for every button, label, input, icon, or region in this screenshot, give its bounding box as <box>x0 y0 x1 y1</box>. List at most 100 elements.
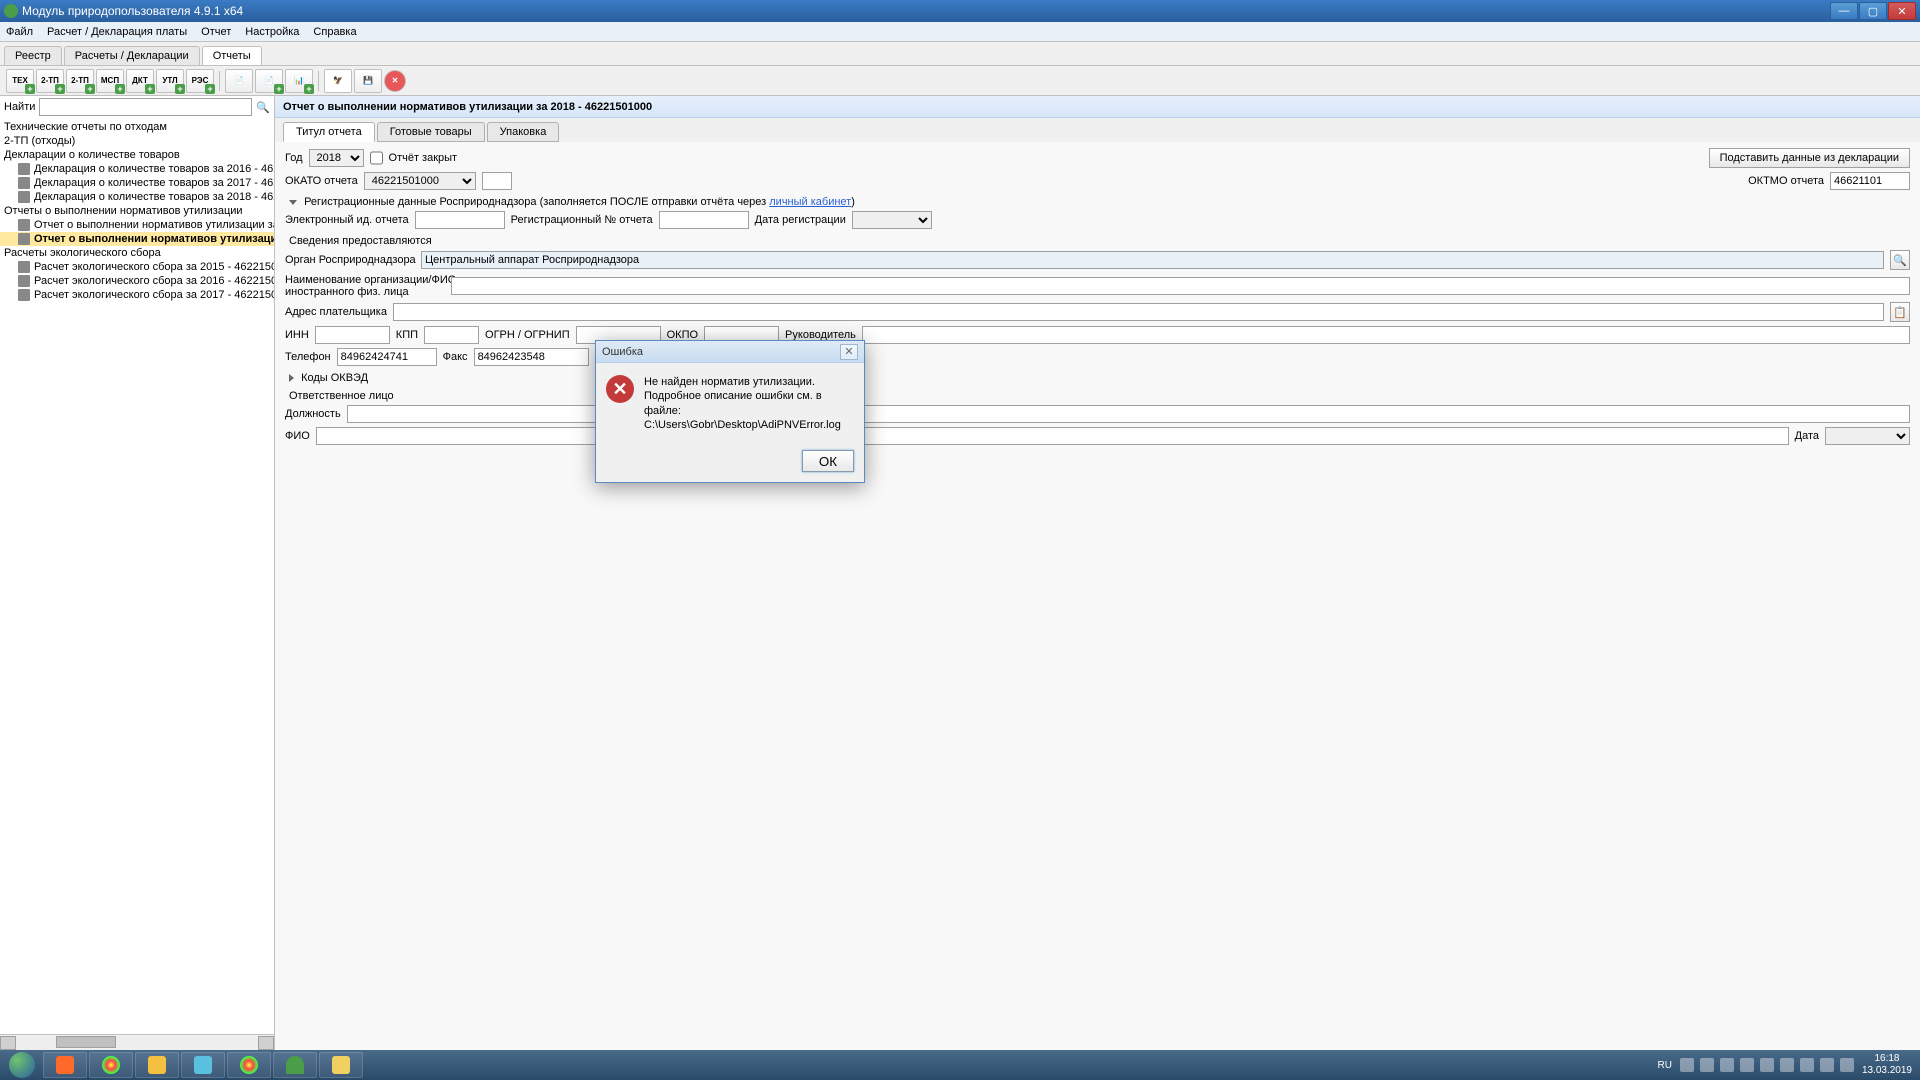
tree-item[interactable]: Отчет о выполнении нормативов утилизации… <box>0 218 274 232</box>
organ-lookup-icon[interactable]: 🔍 <box>1890 250 1910 270</box>
start-button[interactable] <box>2 1050 42 1080</box>
doc-icon <box>18 163 30 175</box>
okato-extra-input[interactable] <box>482 172 512 190</box>
tab-registry[interactable]: Реестр <box>4 46 62 65</box>
oktmo-input[interactable] <box>1830 172 1910 190</box>
task-paint[interactable] <box>319 1052 363 1078</box>
tree-item[interactable]: Технические отчеты по отходам <box>0 120 274 134</box>
tb-close-icon[interactable]: ✕ <box>384 70 406 92</box>
okved-section[interactable]: Коды ОКВЭД <box>285 372 1910 384</box>
search-input[interactable] <box>39 98 252 116</box>
position-input[interactable] <box>347 405 1910 423</box>
tray-icon[interactable] <box>1800 1058 1814 1072</box>
tray-icon[interactable] <box>1720 1058 1734 1072</box>
year-select[interactable]: 2018 <box>309 149 364 167</box>
scroll-right-icon[interactable] <box>258 1036 274 1050</box>
regdate-select[interactable] <box>852 211 932 229</box>
inner-tab-packaging[interactable]: Упаковка <box>487 122 560 142</box>
tb-2tp-rek[interactable]: 2-ТП+ <box>36 69 64 93</box>
tray-icon[interactable] <box>1740 1058 1754 1072</box>
tree-item[interactable]: Декларация о количестве товаров за 2016 … <box>0 162 274 176</box>
minimize-button[interactable]: — <box>1830 2 1858 20</box>
tb-utl[interactable]: УТЛ+ <box>156 69 184 93</box>
tray-lang[interactable]: RU <box>1657 1060 1671 1071</box>
tb-xls-icon[interactable]: 📊+ <box>285 69 313 93</box>
task-chrome2[interactable] <box>227 1052 271 1078</box>
dialog-ok-button[interactable]: ОК <box>802 450 854 472</box>
tree-item-label: Расчет экологического сбора за 2016 - 46… <box>34 275 274 287</box>
menubar: Файл Расчет / Декларация платы Отчет Нас… <box>0 22 1920 42</box>
tb-teh[interactable]: ТЕХ+ <box>6 69 34 93</box>
tab-reports[interactable]: Отчеты <box>202 46 262 65</box>
organ-input[interactable] <box>421 251 1884 269</box>
tree-item[interactable]: Расчеты экологического сбора <box>0 246 274 260</box>
tree-item[interactable]: Декларация о количестве товаров за 2018 … <box>0 190 274 204</box>
menu-settings[interactable]: Настройка <box>245 26 299 38</box>
tb-doc1-icon[interactable]: 📄 <box>225 69 253 93</box>
chevron-down-icon[interactable] <box>289 200 297 205</box>
search-icon[interactable]: 🔍 <box>256 101 270 114</box>
orgname-input[interactable] <box>451 277 1910 295</box>
closed-checkbox[interactable] <box>370 149 383 167</box>
tb-save-icon[interactable]: 💾 <box>354 69 382 93</box>
addr-input[interactable] <box>393 303 1884 321</box>
tray-icon[interactable] <box>1840 1058 1854 1072</box>
dialog-close-button[interactable]: ✕ <box>840 344 858 360</box>
tray-icon[interactable] <box>1780 1058 1794 1072</box>
inn-input[interactable] <box>315 326 390 344</box>
inner-tab-goods[interactable]: Готовые товары <box>377 122 485 142</box>
tray-icon[interactable] <box>1820 1058 1834 1072</box>
scroll-left-icon[interactable] <box>0 1036 16 1050</box>
tree-item[interactable]: Расчет экологического сбора за 2015 - 46… <box>0 260 274 274</box>
responsible-section: Ответственное лицо <box>285 390 1910 402</box>
tab-declarations[interactable]: Расчеты / Декларации <box>64 46 200 65</box>
okato-select[interactable]: 46221501000 <box>364 172 476 190</box>
okato-label: ОКАТО отчета <box>285 175 358 187</box>
regnum-input[interactable] <box>659 211 749 229</box>
tray-clock[interactable]: 16:18 13.03.2019 <box>1862 1053 1912 1077</box>
task-chrome[interactable] <box>89 1052 133 1078</box>
addr-label: Адрес плательщика <box>285 306 387 318</box>
tb-2tp[interactable]: 2-ТП+ <box>66 69 94 93</box>
tree-item[interactable]: Декларация о количестве товаров за 2017 … <box>0 176 274 190</box>
phone-input[interactable] <box>337 348 437 366</box>
task-calc[interactable] <box>181 1052 225 1078</box>
tray-icon[interactable] <box>1700 1058 1714 1072</box>
menu-help[interactable]: Справка <box>313 26 356 38</box>
fax-input[interactable] <box>474 348 589 366</box>
tb-msp[interactable]: МСП+ <box>96 69 124 93</box>
task-explorer[interactable] <box>135 1052 179 1078</box>
tree-h-scrollbar[interactable] <box>0 1034 274 1050</box>
respdate-select[interactable] <box>1825 427 1910 445</box>
tray-icon[interactable] <box>1680 1058 1694 1072</box>
tray-icons[interactable] <box>1680 1058 1854 1072</box>
personal-cabinet-link[interactable]: личный кабинет <box>769 196 851 208</box>
tree-item[interactable]: Расчет экологического сбора за 2017 - 46… <box>0 288 274 302</box>
task-firefox[interactable] <box>43 1052 87 1078</box>
tb-emblem-icon[interactable]: 🦅 <box>324 69 352 93</box>
fill-from-declaration-button[interactable]: Подставить данные из декларации <box>1709 148 1910 168</box>
tb-res[interactable]: РЭС+ <box>186 69 214 93</box>
eid-input[interactable] <box>415 211 505 229</box>
maximize-button[interactable]: ▢ <box>1859 2 1887 20</box>
tray-icon[interactable] <box>1760 1058 1774 1072</box>
close-button[interactable]: ✕ <box>1888 2 1916 20</box>
tree-item[interactable]: Отчеты о выполнении нормативов утилизаци… <box>0 204 274 218</box>
menu-report[interactable]: Отчет <box>201 26 231 38</box>
task-app[interactable] <box>273 1052 317 1078</box>
left-panel: Найти 🔍 Технические отчеты по отходам2-Т… <box>0 96 275 1050</box>
addr-lookup-icon[interactable]: 📋 <box>1890 302 1910 322</box>
inner-tab-title[interactable]: Титул отчета <box>283 122 375 142</box>
tb-dkt[interactable]: ДКТ+ <box>126 69 154 93</box>
fio-input[interactable] <box>316 427 1789 445</box>
chevron-right-icon[interactable] <box>289 374 294 382</box>
menu-file[interactable]: Файл <box>6 26 33 38</box>
tb-doc2-icon[interactable]: 📄+ <box>255 69 283 93</box>
tree-item[interactable]: Декларации о количестве товаров <box>0 148 274 162</box>
tree-item[interactable]: Отчет о выполнении нормативов утилизации… <box>0 232 274 246</box>
menu-calc[interactable]: Расчет / Декларация платы <box>47 26 187 38</box>
leader-input[interactable] <box>862 326 1910 344</box>
kpp-input[interactable] <box>424 326 479 344</box>
tree-item[interactable]: 2-ТП (отходы) <box>0 134 274 148</box>
tree-item[interactable]: Расчет экологического сбора за 2016 - 46… <box>0 274 274 288</box>
